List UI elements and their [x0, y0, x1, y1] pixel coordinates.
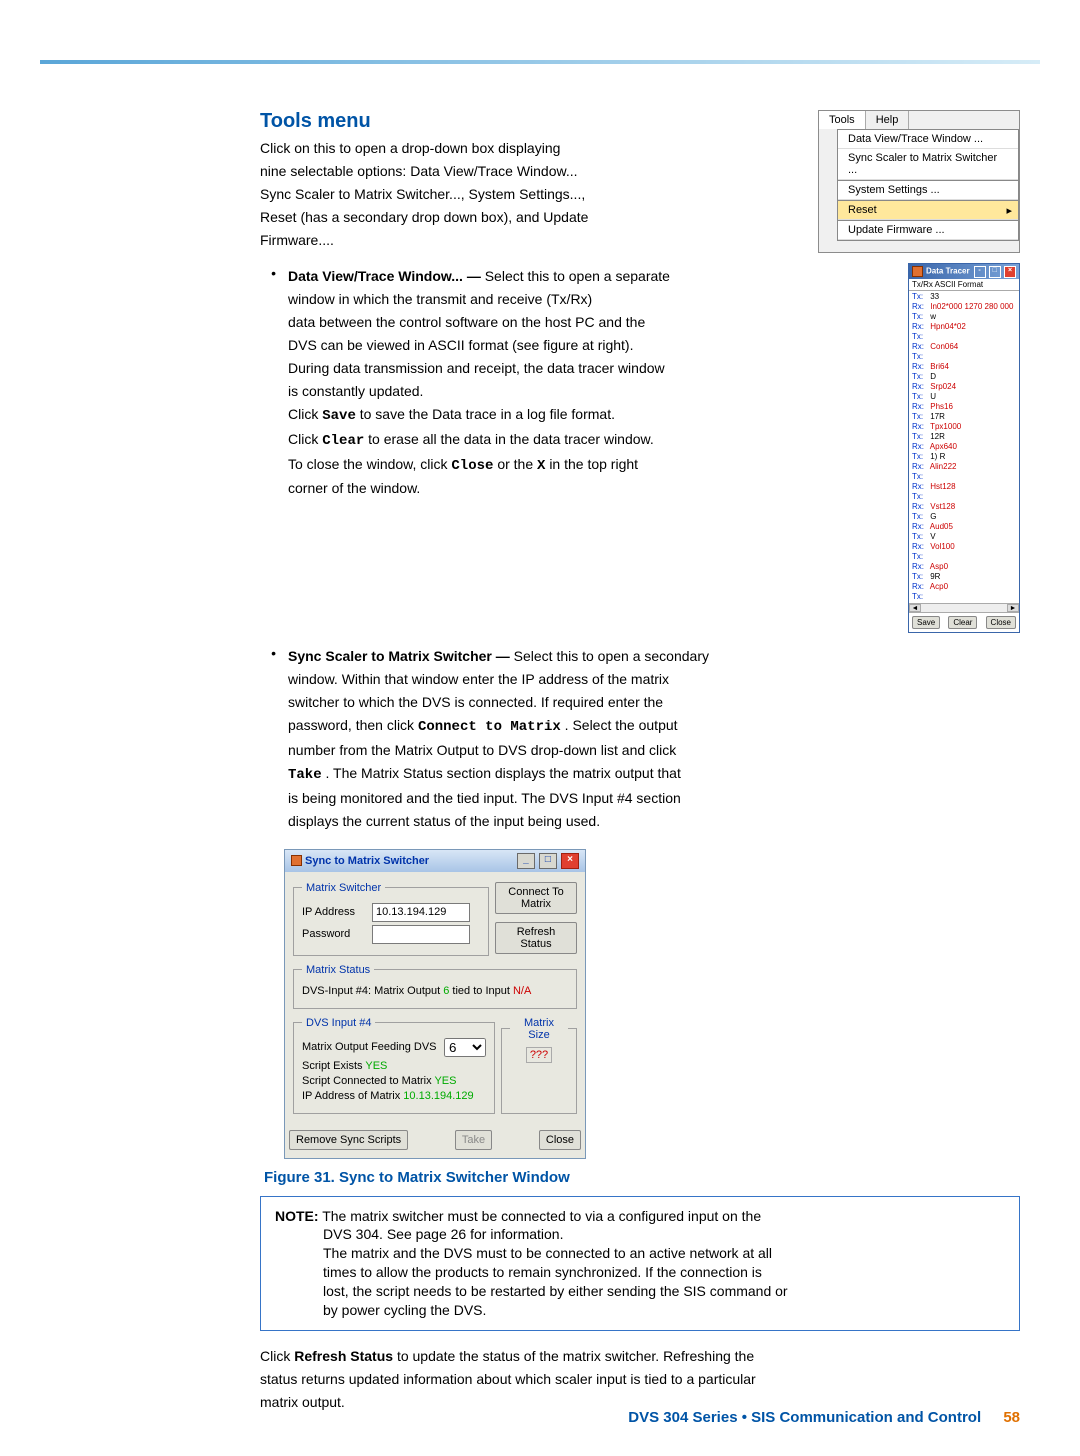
matrix-status-legend: Matrix Status — [302, 964, 374, 976]
figure-caption: Figure 31. Sync to Matrix Switcher Windo… — [264, 1169, 1020, 1186]
close-kw: Close — [451, 458, 493, 474]
data-tracer-title: Data Tracer — [926, 267, 970, 276]
tools-tab[interactable]: Tools — [819, 111, 866, 129]
maximize-icon[interactable]: □ — [539, 853, 557, 869]
help-tab[interactable]: Help — [866, 111, 910, 129]
refresh-status-button[interactable]: Refresh Status — [495, 922, 577, 954]
top-bar — [40, 60, 1040, 64]
tracer-icon — [912, 266, 923, 277]
connect-matrix-kw: Connect to Matrix — [418, 719, 561, 735]
bullet-icon: • — [260, 643, 276, 834]
menu-item-reset-label: Reset — [848, 204, 877, 216]
maximize-icon[interactable]: □ — [989, 266, 1001, 278]
tools-menu-screenshot: Tools Help Data View/Trace Window ... Sy… — [818, 110, 1020, 253]
close-button[interactable]: Close — [539, 1130, 581, 1150]
clear-kw: Clear — [322, 433, 364, 449]
matrix-size-legend: Matrix Size — [510, 1017, 568, 1041]
sync-icon — [291, 855, 302, 866]
minimize-icon[interactable]: _ — [517, 853, 535, 869]
page-number: 58 — [1003, 1409, 1020, 1426]
minimize-icon[interactable]: - — [974, 266, 986, 278]
intro-l3: Sync Scaler to Matrix Switcher..., Syste… — [260, 185, 798, 204]
ip-input[interactable] — [372, 903, 470, 922]
tied-input-val: N/A — [513, 985, 531, 997]
tracer-close-button[interactable]: Close — [986, 616, 1016, 629]
intro-l1: Click on this to open a drop-down box di… — [260, 139, 798, 158]
matrix-size-val: ??? — [526, 1047, 552, 1063]
refresh-status-bold: Refresh Status — [294, 1348, 393, 1364]
connect-matrix-button[interactable]: Connect To Matrix — [495, 882, 577, 914]
menu-item-update-firmware[interactable]: Update Firmware ... — [838, 220, 1018, 240]
take-button[interactable]: Take — [455, 1130, 492, 1150]
menu-item-reset[interactable]: Reset ▸ — [838, 200, 1018, 220]
save-kw: Save — [322, 408, 356, 424]
note-label: NOTE: — [275, 1208, 319, 1224]
intro-l4: Reset (has a secondary drop down box), a… — [260, 208, 798, 227]
data-tracer-window: Data Tracer - □ × Tx/Rx ASCII Format Tx:… — [908, 263, 1020, 633]
intro-l2: nine selectable options: Data View/Trace… — [260, 162, 798, 181]
sync-title: Sync to Matrix Switcher — [305, 855, 429, 867]
close-x-kw: X — [537, 458, 545, 474]
feed-select[interactable]: 6 — [444, 1038, 486, 1057]
h-scrollbar[interactable]: ◄► — [909, 603, 1019, 612]
tracer-header: Tx/Rx ASCII Format — [909, 279, 1019, 291]
matrix-out-val: 6 — [443, 985, 449, 997]
section-title: Tools menu — [260, 110, 798, 133]
bullet2-lead: Sync Scaler to Matrix Switcher — — [288, 648, 514, 664]
bullet-icon: • — [260, 263, 276, 633]
dvs-input-legend: DVS Input #4 — [302, 1017, 375, 1029]
close-icon[interactable]: × — [1004, 266, 1016, 278]
remove-scripts-button[interactable]: Remove Sync Scripts — [289, 1130, 408, 1150]
ip-label: IP Address — [302, 906, 366, 918]
intro-l5: Firmware.... — [260, 231, 798, 250]
menu-item-data-view[interactable]: Data View/Trace Window ... — [838, 130, 1018, 149]
bullet1-lead: Data View/Trace Window... — — [288, 268, 485, 284]
menu-item-system-settings[interactable]: System Settings ... — [838, 180, 1018, 200]
menu-item-sync-scaler[interactable]: Sync Scaler to Matrix Switcher ... — [838, 149, 1018, 180]
pw-label: Password — [302, 928, 366, 940]
tracer-save-button[interactable]: Save — [912, 616, 940, 629]
sync-matrix-window: Sync to Matrix Switcher _ □ × Matrix Swi… — [284, 849, 586, 1159]
submenu-arrow-icon: ▸ — [1006, 204, 1012, 217]
take-kw: Take — [288, 767, 322, 783]
pw-input[interactable] — [372, 925, 470, 944]
matrix-switcher-legend: Matrix Switcher — [302, 882, 385, 894]
close-icon[interactable]: × — [561, 853, 579, 869]
note-box: NOTE: The matrix switcher must be connec… — [260, 1196, 1020, 1331]
tracer-clear-button[interactable]: Clear — [948, 616, 977, 629]
page-footer: DVS 304 Series • SIS Communication and C… — [628, 1409, 1020, 1426]
tracer-body: Tx: 33Rx: In02*000 1270 280 000Tx: wRx: … — [909, 291, 1019, 603]
